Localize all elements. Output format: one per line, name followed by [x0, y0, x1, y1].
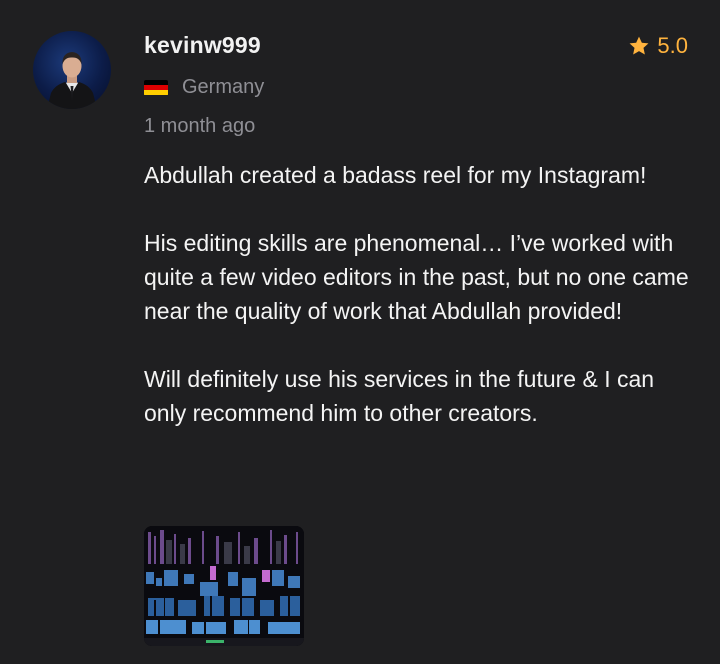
person-icon: [47, 52, 97, 109]
video-timeline-thumbnail-icon: [144, 526, 304, 646]
review-paragraph: Will definitely use his services in the …: [144, 366, 655, 426]
review-text: Abdullah created a badass reel for my In…: [144, 158, 700, 430]
star-icon: [629, 36, 649, 55]
username[interactable]: kevinw999: [144, 32, 261, 59]
attachment-thumbnail[interactable]: [144, 526, 304, 646]
rating-value: 5.0: [657, 33, 688, 58]
rating: 5.0: [628, 33, 688, 59]
country-name: Germany: [182, 76, 265, 98]
review-paragraph: His editing skills are phenomenal… I’ve …: [144, 230, 689, 324]
country: Germany: [144, 76, 264, 99]
review-time: 1 month ago: [144, 115, 256, 137]
germany-flag-icon: [144, 79, 168, 96]
flag-stripe-gold: [144, 90, 168, 96]
review-paragraph: Abdullah created a badass reel for my In…: [144, 162, 647, 188]
user-avatar[interactable]: [33, 31, 111, 109]
review-card: kevinw999 5.0 Germany 1 month ago Abdull…: [0, 0, 720, 664]
